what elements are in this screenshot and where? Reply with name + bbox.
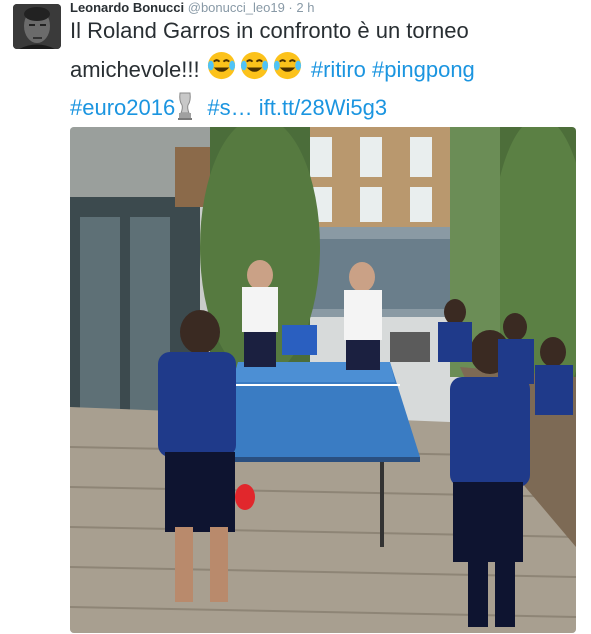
face-with-tears-of-joy-emoji — [239, 50, 270, 81]
hashtag-pingpong[interactable]: #pingpong — [372, 57, 475, 82]
tweet-text-line1: Il Roland Garros in confronto è un torne… — [70, 18, 469, 43]
photo-ping-pong-scene — [70, 127, 576, 633]
trophy-emoji — [177, 91, 193, 121]
hashtag-truncated[interactable]: #s… — [207, 95, 252, 120]
tweet-link[interactable]: ift.tt/28Wi5g3 — [259, 95, 387, 120]
tweet-text-line2: amichevole!!! — [70, 57, 200, 82]
face-with-tears-of-joy-emoji — [272, 50, 303, 81]
tweet-text: Il Roland Garros in confronto è un torne… — [70, 12, 580, 127]
avatar-portrait-icon — [13, 4, 61, 49]
tweet-photo[interactable] — [70, 127, 576, 633]
avatar[interactable] — [13, 4, 61, 49]
face-with-tears-of-joy-emoji — [206, 50, 237, 81]
hashtag-ritiro[interactable]: #ritiro — [311, 57, 366, 82]
hashtag-euro2016[interactable]: #euro2016 — [70, 95, 175, 120]
